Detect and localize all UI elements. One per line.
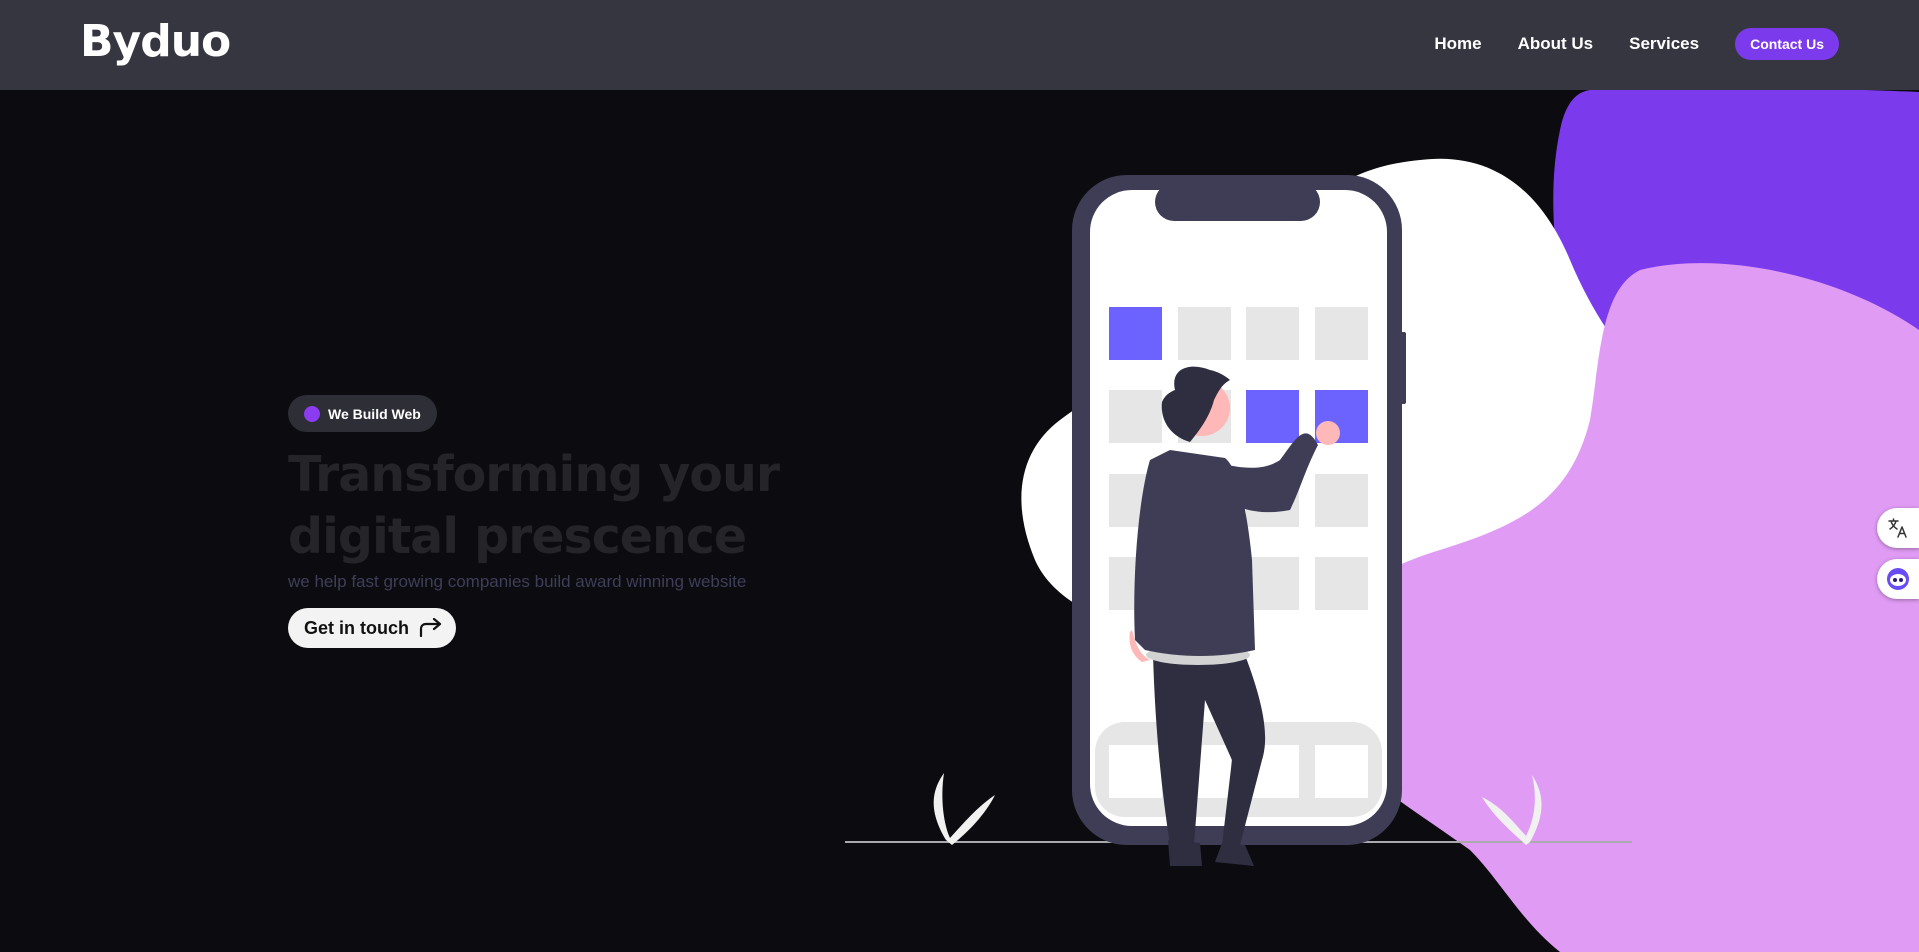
- app-tile: [1246, 390, 1299, 443]
- share-arrow-icon: [419, 618, 442, 638]
- badge-label: We Build Web: [328, 405, 421, 422]
- translate-button[interactable]: [1877, 508, 1919, 548]
- nav-services-link[interactable]: Services: [1629, 34, 1699, 54]
- hero-headline: Transforming your digital prescence: [288, 444, 848, 568]
- person-shoe-left: [1168, 840, 1202, 866]
- phone-side-button: [1398, 332, 1406, 404]
- person-hand: [1316, 421, 1340, 445]
- assistant-icon: [1887, 568, 1909, 590]
- app-tile: [1109, 307, 1162, 360]
- assistant-button[interactable]: [1877, 559, 1919, 599]
- plant-left: [933, 773, 995, 845]
- headline-line-1: Transforming your: [288, 446, 780, 503]
- translate-icon: [1888, 518, 1907, 538]
- app-tile: [1315, 307, 1368, 360]
- headline-line-2: digital prescence: [288, 508, 747, 565]
- site-logo[interactable]: Byduo: [80, 16, 231, 67]
- dock-tile: [1315, 745, 1368, 798]
- badge-dot-icon: [304, 405, 320, 422]
- app-tile: [1178, 307, 1231, 360]
- get-in-touch-label: Get in touch: [304, 617, 409, 638]
- nav-home-link[interactable]: Home: [1434, 34, 1481, 54]
- person-shoe-right: [1215, 843, 1254, 866]
- app-tile: [1315, 474, 1368, 527]
- app-tile: [1246, 557, 1299, 610]
- nav-about-link[interactable]: About Us: [1518, 34, 1594, 54]
- hero-badge: We Build Web: [288, 395, 437, 432]
- hero-subtext: we help fast growing companies build awa…: [288, 572, 747, 591]
- dock-tile: [1109, 745, 1162, 798]
- app-tile: [1315, 557, 1368, 610]
- main-nav: Home About Us Services Contact Us: [1398, 28, 1839, 60]
- site-header: Byduo Home About Us Services Contact Us: [0, 0, 1919, 90]
- phone-notch: [1155, 183, 1320, 221]
- landing-page: Byduo Home About Us Services Contact Us …: [0, 0, 1919, 952]
- contact-us-button[interactable]: Contact Us: [1735, 28, 1839, 60]
- app-tile: [1109, 390, 1162, 443]
- app-tile: [1246, 307, 1299, 360]
- get-in-touch-button[interactable]: Get in touch: [288, 608, 456, 648]
